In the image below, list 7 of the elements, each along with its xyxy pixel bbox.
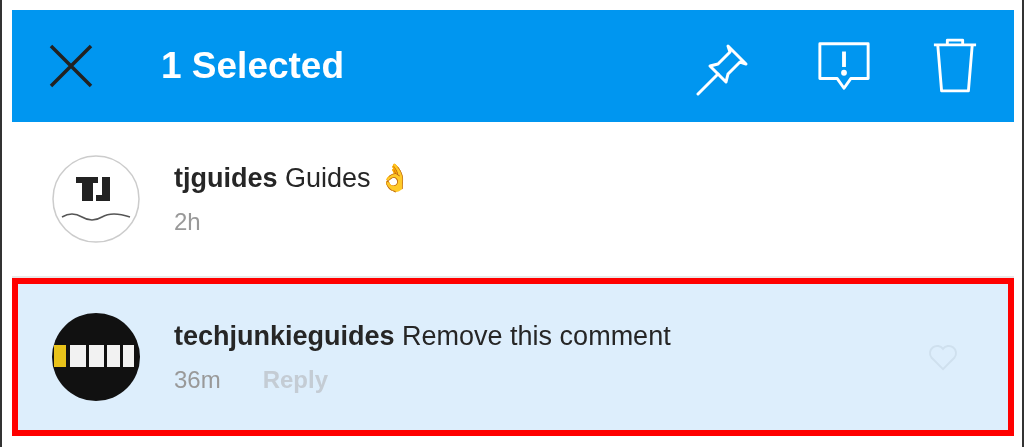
selection-title: 1 Selected [161, 45, 345, 87]
comment-time: 36m [174, 365, 221, 394]
trash-icon[interactable] [932, 37, 978, 95]
comment-text: tjguides Guides 👌 [174, 162, 414, 194]
close-icon[interactable] [49, 44, 93, 88]
comment-text: techjunkieguides Remove this comment [174, 320, 672, 352]
comment-time: 2h [174, 208, 201, 236]
